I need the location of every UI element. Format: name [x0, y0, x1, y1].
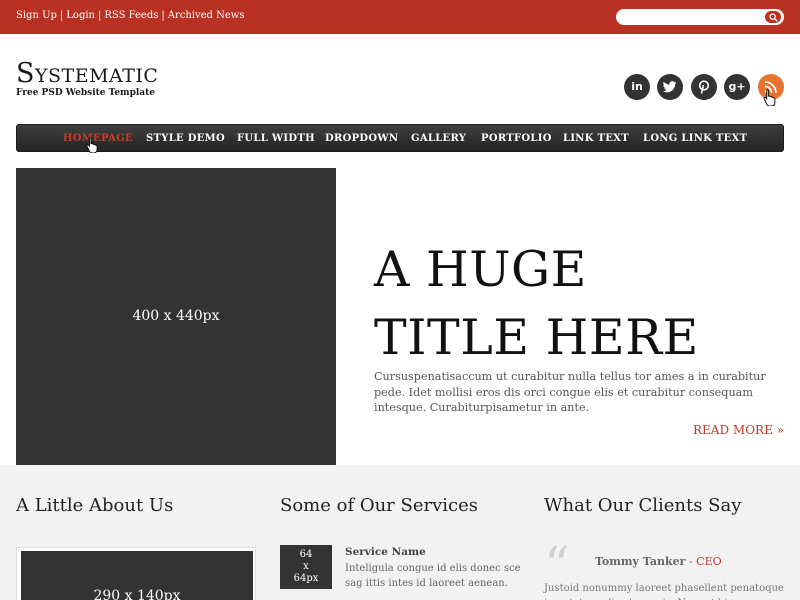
clients-title: What Our Clients Say: [544, 495, 742, 516]
search-button[interactable]: [765, 11, 781, 23]
pinterest-icon[interactable]: [691, 74, 717, 100]
nav-item-style-demo[interactable]: STYLE DEMO: [146, 133, 225, 144]
nav-item-gallery[interactable]: GALLERY: [411, 133, 466, 144]
about-image-frame: 290 x 140px: [16, 547, 256, 600]
nav-item-link-text[interactable]: LINK TEXT: [563, 133, 629, 144]
service-image-label-line-3: 64px: [293, 573, 319, 584]
about-title: A Little About Us: [16, 495, 174, 516]
main-nav: HOMEPAGE STYLE DEMO FULL WIDTH DROPDOWN …: [16, 124, 784, 152]
hand-cursor-icon: [86, 137, 98, 153]
client-testimonial: Justoid nonummy laoreet phasellent penat…: [544, 583, 784, 600]
search-icon: [769, 13, 778, 22]
service-image-label-line-2: x: [303, 561, 309, 572]
service-name[interactable]: Service Name: [345, 546, 426, 558]
top-bar: Sign Up | Login | RSS Feeds | Archived News: [0, 0, 800, 34]
top-links: Sign Up | Login | RSS Feeds | Archived News: [16, 10, 244, 21]
about-image-label: 290 x 140px: [93, 588, 181, 600]
hero-image-placeholder: 400 x 440px: [16, 168, 336, 465]
service-description: Inteligula congue id elis donec sce sag …: [345, 563, 521, 589]
login-link[interactable]: Login: [66, 10, 95, 21]
hero-title-line-2: TITLE HERE: [374, 309, 699, 366]
hand-cursor-icon: [763, 89, 776, 106]
archived-news-link[interactable]: Archived News: [168, 10, 245, 21]
services-title: Some of Our Services: [280, 495, 478, 516]
hero-description: Cursuspenatisaccum ut curabitur nulla te…: [374, 370, 766, 414]
client-role: - CEO: [685, 555, 722, 568]
pinterest-glyph: [698, 80, 710, 94]
linkedin-icon[interactable]: in: [624, 74, 650, 100]
rss-feeds-link[interactable]: RSS Feeds: [104, 10, 158, 21]
link-separator: |: [161, 10, 165, 21]
nav-item-portfolio[interactable]: PORTFOLIO: [481, 133, 552, 144]
search-box: [616, 9, 784, 25]
twitter-icon[interactable]: [657, 74, 683, 100]
link-separator: |: [59, 10, 64, 21]
googleplus-icon[interactable]: g+: [724, 74, 750, 100]
hero-image-label: 400 x 440px: [132, 308, 220, 324]
hero-title-line-1: A HUGE: [374, 241, 587, 298]
twitter-bird-glyph: [662, 81, 677, 93]
client-name: Tommy Tanker - CEO: [595, 555, 722, 568]
read-more-link[interactable]: READ MORE »: [680, 423, 784, 437]
search-input[interactable]: [624, 11, 764, 23]
site-logo[interactable]: Systematic: [16, 58, 158, 89]
nav-item-long-link-text[interactable]: LONG LINK TEXT: [643, 133, 747, 144]
link-separator: |: [97, 10, 102, 21]
client-name-text: Tommy Tanker: [595, 555, 686, 568]
about-image-placeholder: 290 x 140px: [21, 551, 253, 600]
nav-item-full-width[interactable]: FULL WIDTH: [237, 133, 315, 144]
signup-link[interactable]: Sign Up: [16, 10, 57, 21]
site-tagline: Free PSD Website Template: [16, 88, 155, 98]
hero-title: A HUGE TITLE HERE: [374, 236, 794, 372]
service-image-label-line-1: 64: [299, 549, 313, 560]
service-image-placeholder: 64 x 64px: [280, 545, 332, 589]
nav-item-dropdown[interactable]: DROPDOWN: [325, 133, 398, 144]
